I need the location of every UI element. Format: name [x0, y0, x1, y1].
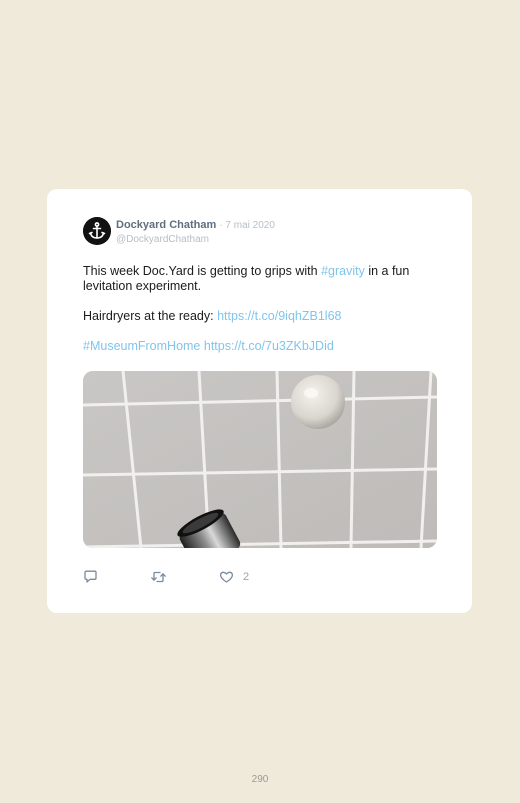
author-line: Dockyard Chatham · 7 mai 2020 — [116, 218, 275, 233]
author-handle[interactable]: @DockyardChatham — [116, 233, 275, 246]
text-segment: This week Doc.Yard is getting to grips w… — [83, 264, 322, 278]
url-link[interactable]: https://t.co/9iqhZB1l68 — [217, 309, 341, 323]
tweet-date[interactable]: · 7 mai 2020 — [219, 220, 275, 231]
text-segment: Hairdryers at the ready: — [83, 309, 218, 323]
hashtag-link[interactable]: #gravity — [321, 264, 365, 278]
url-link[interactable]: https://t.co/7u3ZKbJDid — [204, 339, 334, 353]
tweet-card: Dockyard Chatham · 7 mai 2020 @DockyardC… — [47, 189, 472, 613]
author-name[interactable]: Dockyard Chatham — [116, 219, 216, 231]
like-button[interactable]: 2 — [219, 570, 249, 584]
tweet-paragraph: #MuseumFromHome https://t.co/7u3ZKbJDid — [83, 339, 443, 354]
like-count: 2 — [243, 571, 250, 583]
anchor-icon — [83, 217, 111, 245]
page-number: 290 — [251, 774, 269, 785]
tweet-paragraph: Hairdryers at the ready: https://t.co/9i… — [83, 309, 443, 324]
retweet-button[interactable] — [150, 570, 167, 584]
reply-icon — [84, 570, 97, 583]
tweet-paragraph: This week Doc.Yard is getting to grips w… — [83, 264, 443, 294]
heart-icon — [219, 571, 234, 583]
avatar[interactable] — [83, 217, 111, 245]
hashtag-link[interactable]: #MuseumFromHome — [83, 339, 200, 353]
reply-button[interactable] — [83, 570, 98, 584]
tweet-meta: Dockyard Chatham · 7 mai 2020 @DockyardC… — [116, 218, 275, 246]
tweet-text: This week Doc.Yard is getting to grips w… — [83, 264, 443, 369]
tweet-media[interactable] — [83, 371, 437, 548]
levitating-ball-photo — [83, 371, 437, 548]
retweet-icon — [151, 571, 166, 583]
